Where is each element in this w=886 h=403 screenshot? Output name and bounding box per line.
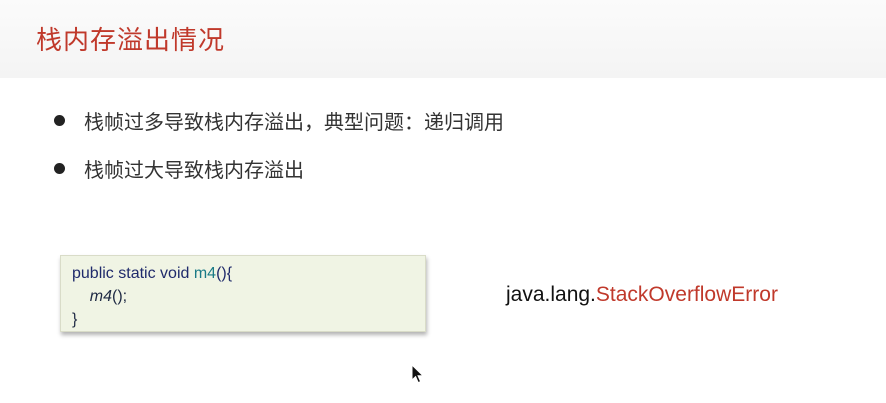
code-call-tail: (); bbox=[112, 288, 128, 305]
code-method-name: m4 bbox=[193, 265, 217, 282]
bullet-text: 栈帧过大导致栈内存溢出 bbox=[84, 157, 304, 182]
code-signature-tail: (){ bbox=[216, 265, 233, 282]
code-line: m4(); bbox=[72, 285, 425, 308]
code-snippet: public static void m4(){ m4(); } bbox=[60, 255, 426, 332]
code-recursive-call: m4 bbox=[89, 288, 113, 305]
mouse-pointer-icon bbox=[411, 364, 425, 384]
bullet-dot-icon bbox=[54, 162, 65, 174]
bullet-text: 栈帧过多导致栈内存溢出，典型问题：递归调用 bbox=[84, 109, 504, 134]
error-class: StackOverflowError bbox=[595, 283, 778, 306]
code-keywords: public static void bbox=[72, 265, 194, 282]
bullet-dot-icon bbox=[54, 114, 65, 126]
code-line: public static void m4(){ bbox=[72, 262, 425, 285]
bullet-item: 栈帧过多导致栈内存溢出，典型问题：递归调用 bbox=[54, 96, 504, 144]
error-package: java.lang. bbox=[506, 283, 596, 306]
code-line: } bbox=[72, 308, 425, 331]
code-closing-brace: } bbox=[72, 311, 78, 328]
error-name: java.lang.StackOverflowError bbox=[506, 283, 778, 307]
bullet-list: 栈帧过多导致栈内存溢出，典型问题：递归调用 栈帧过大导致栈内存溢出 bbox=[54, 96, 504, 192]
bullet-item: 栈帧过大导致栈内存溢出 bbox=[54, 144, 504, 192]
slide-title: 栈内存溢出情况 bbox=[36, 26, 226, 56]
slide: 栈内存溢出情况 栈帧过多导致栈内存溢出，典型问题：递归调用 栈帧过大导致栈内存溢… bbox=[0, 0, 886, 403]
